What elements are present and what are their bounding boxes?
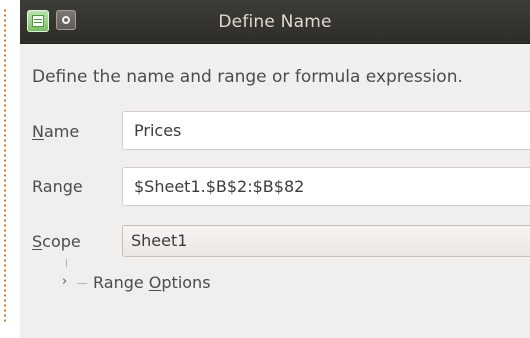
name-label: Name — [32, 122, 79, 142]
expand-right-icon[interactable]: › — [62, 275, 70, 289]
define-name-dialog: Define Name Define the name and range or… — [20, 0, 530, 338]
dialog-title: Define Name — [218, 12, 332, 32]
left-page-border — [0, 0, 12, 338]
scope-select-value: Sheet1 — [131, 231, 188, 250]
range-options-prefix: Range — [93, 273, 149, 292]
scope-label-rest: cope — [42, 232, 81, 251]
range-options-label[interactable]: Range Options — [93, 273, 211, 293]
tree-branch-icon — [77, 283, 87, 284]
dialog-description: Define the name and range or formula exp… — [32, 67, 463, 87]
name-label-accelerator: N — [32, 122, 44, 141]
tree-line-icon — [66, 259, 67, 267]
range-options-accelerator: O — [148, 273, 162, 292]
name-input-value: Prices — [134, 121, 182, 140]
dialog-titlebar: Define Name — [20, 0, 530, 44]
name-input[interactable]: Prices — [122, 111, 530, 150]
scope-label: Scope — [32, 232, 81, 252]
dotted-border — [4, 8, 6, 324]
range-options-rest: ptions — [161, 273, 211, 292]
name-label-rest: ame — [43, 122, 80, 141]
scope-select[interactable]: Sheet1 — [122, 225, 530, 257]
range-label: Range — [32, 177, 83, 196]
scope-label-accelerator: S — [32, 232, 43, 251]
range-input-value: $Sheet1.$B$2:$B$82 — [134, 177, 305, 196]
range-input[interactable]: $Sheet1.$B$2:$B$82 — [122, 167, 530, 206]
